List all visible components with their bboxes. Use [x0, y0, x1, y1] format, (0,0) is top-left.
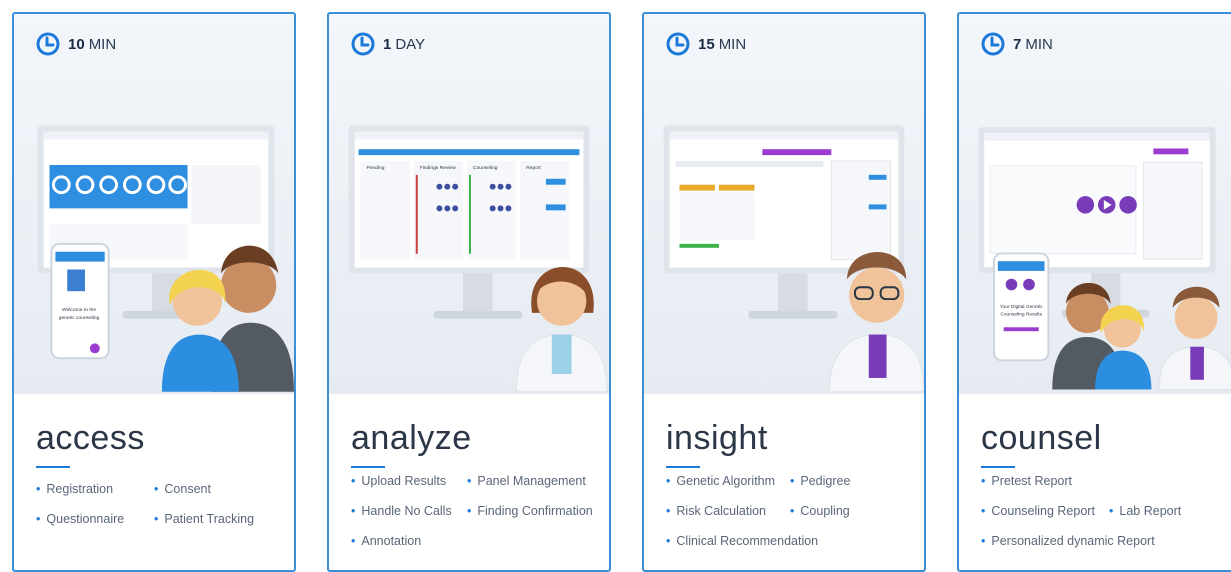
duration-unit: MIN	[1025, 35, 1053, 53]
card-title: access	[36, 419, 145, 457]
card-counsel[interactable]: 7 MIN Your Digital Genetic Counseling Re…	[957, 12, 1231, 572]
card-title: analyze	[351, 419, 472, 457]
feature-item: Patient Tracking	[154, 512, 254, 526]
svg-text:genetic counseling: genetic counseling	[59, 315, 100, 321]
analyze-illustration: Pending Findings Review Counseling Repor…	[348, 125, 608, 393]
feature-item: Lab Report	[1109, 504, 1181, 518]
feature-item: Questionnaire	[36, 512, 124, 526]
duration-badge: 7 MIN	[981, 32, 1053, 56]
duration-unit: DAY	[395, 35, 426, 53]
feature-item: Handle No Calls	[351, 504, 451, 518]
duration-value: 1	[383, 35, 392, 53]
card-illustration-area: 15 MIN	[644, 14, 924, 394]
feature-item: Clinical Recommendation	[666, 534, 818, 548]
feature-item: Registration	[36, 482, 113, 496]
column-findings-review: Findings Review	[420, 165, 456, 171]
duration-badge: 1 DAY	[351, 32, 425, 56]
duration-value: 10	[68, 35, 85, 53]
feature-item: Annotation	[351, 534, 421, 548]
counsel-illustration: Your Digital Genetic Counseling Results	[978, 127, 1231, 390]
title-underline	[351, 466, 385, 468]
duration-badge: 10 MIN	[36, 32, 116, 56]
feature-item: Pretest Report	[981, 474, 1072, 488]
card-access[interactable]: 10 MIN Welcome to the genetic counseling	[12, 12, 296, 572]
card-illustration-area: 7 MIN Your Digital Genetic Counseling Re…	[959, 14, 1231, 394]
card-illustration-area: 10 MIN Welcome to the genetic counseling	[14, 14, 294, 394]
svg-text:Welcome to the: Welcome to the	[62, 307, 96, 313]
title-underline	[666, 466, 700, 468]
title-underline	[36, 466, 70, 468]
svg-text:Your Digital Genetic: Your Digital Genetic	[1000, 304, 1043, 310]
feature-item: Panel Management	[467, 474, 585, 488]
card-title: insight	[666, 419, 768, 457]
card-analyze[interactable]: 1 DAY Pending Findings Review Counseling…	[327, 12, 611, 572]
feature-item: Finding Confirmation	[467, 504, 592, 518]
duration-value: 15	[698, 35, 715, 53]
feature-item: Risk Calculation	[666, 504, 766, 518]
column-counseling: Counseling	[473, 165, 498, 171]
duration-value: 7	[1013, 35, 1022, 53]
feature-item: Counseling Report	[981, 504, 1095, 518]
feature-item: Consent	[154, 482, 211, 496]
duration-unit: MIN	[88, 35, 117, 53]
svg-text:Counseling Results: Counseling Results	[1000, 312, 1042, 318]
card-illustration-area: 1 DAY Pending Findings Review Counseling…	[329, 14, 609, 394]
insight-illustration	[663, 125, 924, 393]
clock-icon	[981, 32, 1005, 56]
card-title: counsel	[981, 419, 1102, 457]
duration-unit: MIN	[718, 35, 747, 53]
feature-item: Pedigree	[790, 474, 850, 488]
clock-icon	[666, 32, 690, 56]
feature-item: Upload Results	[351, 474, 446, 488]
feature-item: Coupling	[790, 504, 849, 518]
column-report: Report	[526, 165, 541, 171]
column-pending: Pending	[366, 165, 384, 171]
feature-item: Genetic Algorithm	[666, 474, 775, 488]
clock-icon	[36, 32, 60, 56]
clock-icon	[351, 32, 375, 56]
feature-item: Personalized dynamic Report	[981, 534, 1154, 548]
access-illustration: Welcome to the genetic counseling	[37, 125, 294, 392]
card-insight[interactable]: 15 MIN insight Genetic	[642, 12, 926, 572]
title-underline	[981, 466, 1015, 468]
duration-badge: 15 MIN	[666, 32, 746, 56]
